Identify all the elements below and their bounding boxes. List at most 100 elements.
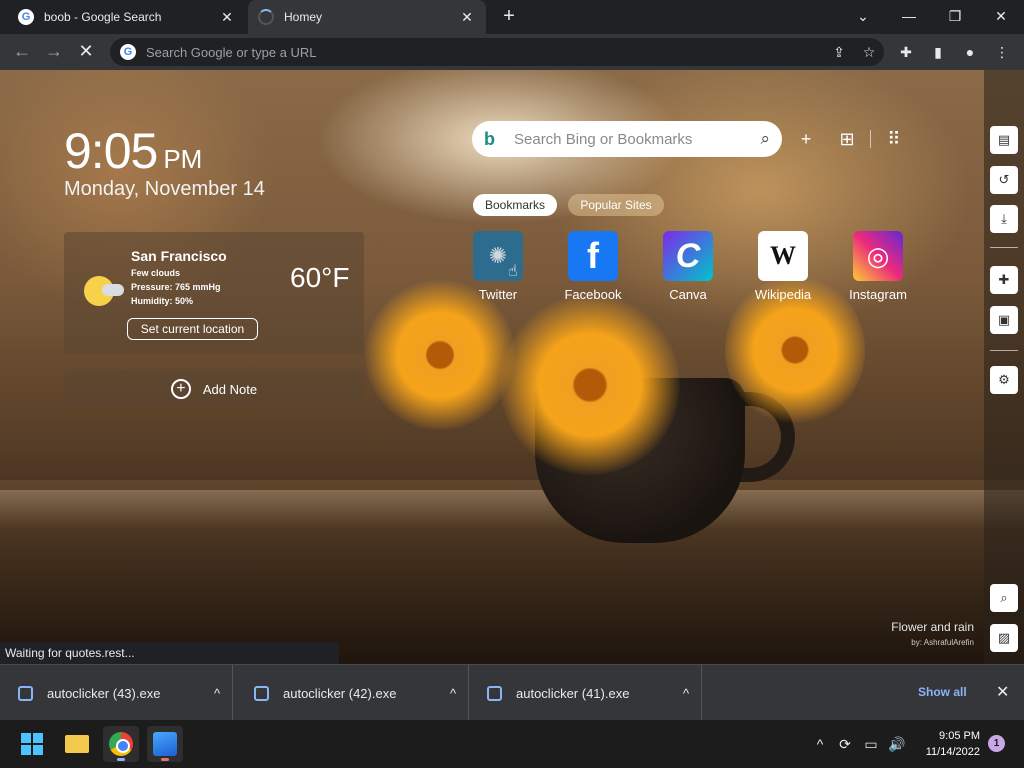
set-location-button[interactable]: Set current location xyxy=(127,318,258,340)
stop-loading-icon[interactable]: ✕ xyxy=(74,40,98,64)
windows-taskbar: ^ ⟳ ▭ 🔊 9:05 PM 11/14/2022 1 xyxy=(0,720,1024,768)
menu-kebab-icon[interactable]: ⋮ xyxy=(992,42,1012,62)
add-shortcut-icon[interactable]: + xyxy=(795,128,817,150)
running-indicator xyxy=(117,758,125,761)
apps-grid-icon[interactable]: ⠿ xyxy=(883,128,905,150)
photos-taskbar-button[interactable] xyxy=(147,726,183,762)
clock-date: Monday, November 14 xyxy=(64,178,265,200)
bookmarks-icon[interactable]: ▤ xyxy=(990,126,1018,154)
photo-author: by: AshrafulArefin xyxy=(911,638,974,647)
download-filename: autoclicker (41).exe xyxy=(516,685,630,701)
tray-overflow-chevron-icon[interactable]: ^ xyxy=(810,720,830,768)
plus-circle-icon: + xyxy=(170,379,191,399)
new-folder-icon[interactable]: ⊞ xyxy=(836,128,858,150)
history-icon[interactable]: ↺ xyxy=(990,166,1018,194)
profile-avatar-icon[interactable]: ● xyxy=(960,42,980,62)
taskbar-clock[interactable]: 9:05 PM 11/14/2022 xyxy=(918,728,980,760)
exe-file-icon xyxy=(18,685,33,701)
instagram-icon: ◎ xyxy=(853,231,903,281)
network-icon[interactable]: ▭ xyxy=(860,720,882,768)
shortcut-wikipedia[interactable]: W Wikipedia xyxy=(738,231,828,302)
cloud-icon xyxy=(102,284,124,296)
forward-arrow-icon[interactable]: → xyxy=(42,40,66,64)
back-arrow-icon[interactable]: ← xyxy=(10,40,34,64)
file-explorer-button[interactable] xyxy=(59,726,95,762)
download-item[interactable]: autoclicker (41).exe ^ xyxy=(469,665,702,721)
extensions-puzzle-icon[interactable]: ✚ xyxy=(896,42,916,62)
google-icon: G xyxy=(18,9,34,25)
divider xyxy=(870,130,871,148)
chrome-taskbar-button[interactable] xyxy=(103,726,139,762)
tab-popular-sites[interactable]: Popular Sites xyxy=(568,194,664,216)
right-sidebar: ▤ ↺ ⤓ ✚ ▣ ⚙ ⌕ ▨ xyxy=(984,70,1024,664)
close-shelf-icon[interactable]: ✕ xyxy=(996,682,1009,702)
shortcut-twitter[interactable]: ✺ Twitter xyxy=(453,231,543,302)
shortcut-facebook[interactable]: f Facebook xyxy=(548,231,638,302)
weather-widget: San Francisco Few clouds Pressure: 765 m… xyxy=(64,232,364,354)
maximize-button[interactable]: ❐ xyxy=(932,0,978,34)
start-button[interactable] xyxy=(14,726,50,762)
add-note-label: Add Note xyxy=(202,381,258,397)
bing-search-box[interactable]: b ⌕ xyxy=(472,121,782,157)
minimize-button[interactable]: — xyxy=(886,0,932,34)
new-tab-button[interactable]: + xyxy=(498,6,520,28)
download-item[interactable]: autoclicker (43).exe ^ xyxy=(0,665,233,721)
tab-search-dropdown-icon[interactable]: ⌄ xyxy=(840,0,886,34)
settings-gear-icon[interactable]: ⚙ xyxy=(990,366,1018,394)
tab-google-search[interactable]: G boob - Google Search ✕ xyxy=(8,0,246,34)
weather-condition: Few clouds xyxy=(131,268,181,278)
shortcut-label: Twitter xyxy=(478,287,518,302)
taskbar-time: 9:05 PM xyxy=(939,730,980,742)
download-shelf: autoclicker (43).exe ^ autoclicker (42).… xyxy=(0,664,1024,721)
wallpaper-flower xyxy=(500,295,680,475)
search-icon[interactable]: ⌕ xyxy=(760,129,770,149)
tab-homey[interactable]: Homey ✕ xyxy=(248,0,486,34)
extensions-icon[interactable]: ✚ xyxy=(990,266,1018,294)
notification-badge[interactable]: 1 xyxy=(988,735,1005,752)
star-bookmark-icon[interactable]: ☆ xyxy=(854,44,884,61)
chevron-up-icon[interactable]: ^ xyxy=(202,686,232,701)
weather-city: San Francisco xyxy=(131,248,227,264)
show-all-downloads-button[interactable]: Show all xyxy=(918,685,967,699)
download-filename: autoclicker (42).exe xyxy=(283,685,397,701)
hand-cursor-icon: ☝ xyxy=(508,263,518,280)
wikipedia-icon: W xyxy=(758,231,808,281)
close-icon[interactable]: ✕ xyxy=(218,9,236,26)
wallpaper-image-icon[interactable]: ▨ xyxy=(990,624,1018,652)
running-indicator xyxy=(161,758,169,761)
volume-icon[interactable]: 🔊 xyxy=(886,720,908,768)
chevron-up-icon[interactable]: ^ xyxy=(438,686,468,701)
clock-time: 9:05 xyxy=(64,123,158,179)
close-icon[interactable]: ✕ xyxy=(458,9,476,26)
weather-temperature: 60°F xyxy=(290,262,350,293)
download-item[interactable]: autoclicker (42).exe ^ xyxy=(236,665,469,721)
window-close-button[interactable]: ✕ xyxy=(978,0,1024,34)
shortcut-label: Wikipedia xyxy=(754,287,812,302)
chevron-up-icon[interactable]: ^ xyxy=(671,686,701,701)
briefcase-icon[interactable]: ▣ xyxy=(990,306,1018,334)
search-input[interactable] xyxy=(514,130,761,148)
downloads-icon[interactable]: ⤓ xyxy=(990,205,1018,233)
tab-title: boob - Google Search xyxy=(44,10,162,24)
folder-icon xyxy=(65,735,89,753)
url-input[interactable] xyxy=(146,44,824,60)
tab-title: Homey xyxy=(284,10,323,24)
wallpaper-flower xyxy=(365,280,515,430)
add-note-button[interactable]: + Add Note xyxy=(64,370,364,408)
shortcut-canva[interactable]: C Canva xyxy=(643,231,733,302)
tab-bookmarks[interactable]: Bookmarks xyxy=(473,194,557,216)
divider xyxy=(990,247,1018,248)
canva-icon: C xyxy=(663,231,713,281)
image-search-icon[interactable]: ⌕ xyxy=(990,584,1018,612)
chrome-icon xyxy=(109,732,133,756)
download-filename: autoclicker (43).exe xyxy=(47,685,161,701)
shortcut-label: Instagram xyxy=(849,287,907,302)
address-bar[interactable]: G ⇪ ☆ xyxy=(110,38,884,66)
tab-strip: G boob - Google Search ✕ Homey ✕ + ⌄ — ❐… xyxy=(0,0,1024,34)
shortcut-instagram[interactable]: ◎ Instagram xyxy=(833,231,923,302)
sync-icon[interactable]: ⟳ xyxy=(834,720,856,768)
side-panel-icon[interactable]: ▮ xyxy=(928,42,948,62)
shortcut-label: Facebook xyxy=(564,287,622,302)
browser-toolbar: ← → ✕ G ⇪ ☆ ✚ ▮ ● ⋮ xyxy=(0,34,1024,70)
share-icon[interactable]: ⇪ xyxy=(824,44,854,61)
